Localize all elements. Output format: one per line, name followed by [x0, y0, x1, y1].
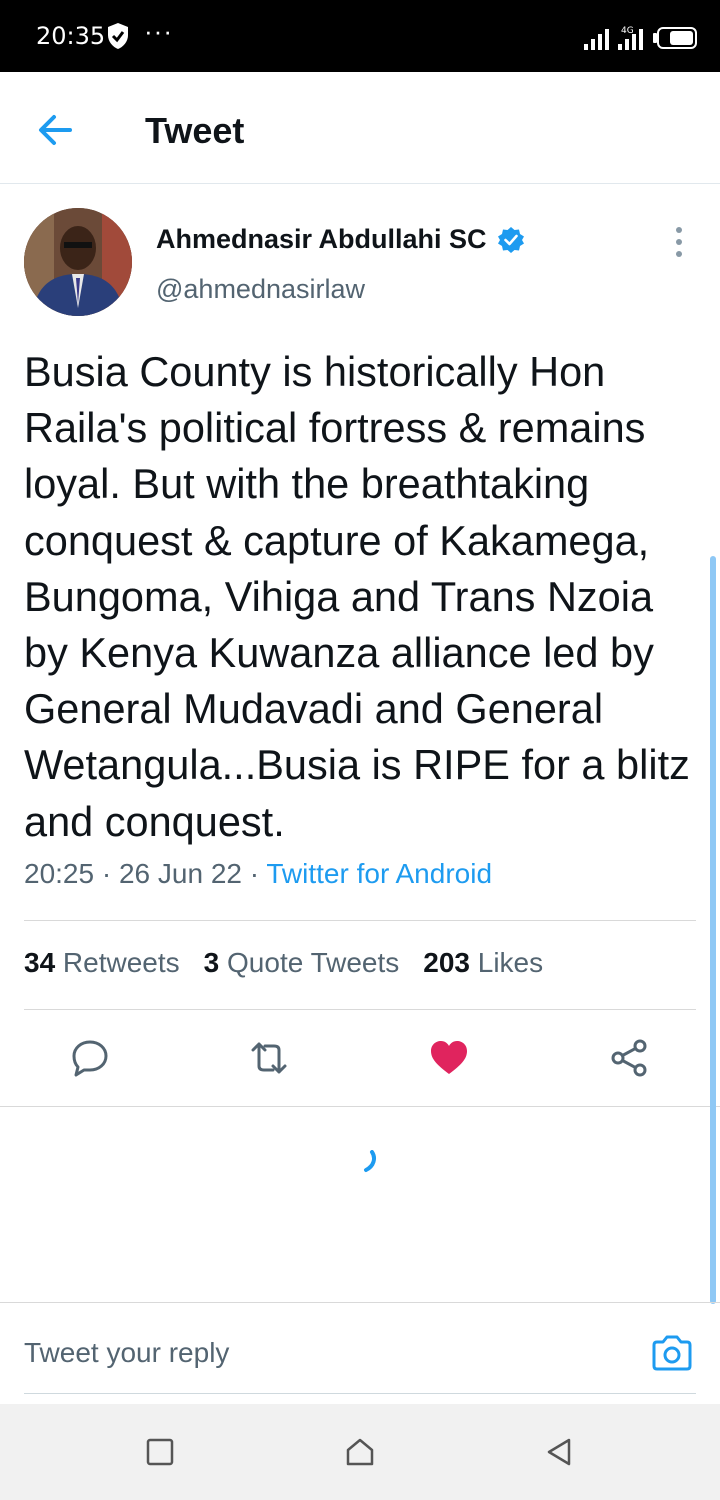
scrollbar[interactable] [710, 556, 716, 1304]
tweet-source-link[interactable]: Twitter for Android [266, 858, 492, 889]
likes-label: Likes [469, 947, 544, 978]
loading-spinner-icon [364, 1150, 376, 1172]
author-handle[interactable]: @ahmednasirlaw [156, 274, 365, 305]
quote-tweets-stat[interactable]: 3 Quote Tweets [204, 947, 400, 979]
square-icon[interactable] [144, 1436, 176, 1468]
tweet-actions [0, 1010, 720, 1106]
tweet-author: Ahmednasir Abdullahi SC @ahmednasirlaw [0, 184, 720, 324]
network-label: 4G [621, 26, 634, 36]
shield-icon [108, 23, 128, 49]
avatar[interactable] [24, 208, 132, 316]
status-indicators: 4G [584, 22, 698, 50]
status-time: 20:35 [36, 22, 106, 50]
notification-dots: ··· [144, 16, 173, 46]
tweet-text: Busia County is historically Hon Raila's… [24, 348, 690, 845]
likes-count: 203 [423, 947, 470, 978]
signal-4g-icon: 4G [618, 26, 643, 50]
tweet-stats: 34 Retweets 3 Quote Tweets 203 Likes [24, 947, 543, 979]
verified-icon [497, 226, 524, 253]
meta-separator: · [94, 858, 119, 889]
back-arrow-icon[interactable] [34, 110, 78, 150]
more-vertical-icon[interactable] [664, 224, 694, 260]
retweets-count: 34 [24, 947, 56, 978]
page-title: Tweet [145, 110, 245, 151]
signal-icon [584, 29, 609, 50]
tweet-meta: 20:25 · 26 Jun 22 · Twitter for Android [24, 858, 492, 890]
home-icon[interactable] [344, 1436, 376, 1468]
avatar-image [24, 208, 132, 316]
likes-stat[interactable]: 203 Likes [423, 947, 543, 979]
divider [0, 1106, 720, 1107]
system-nav-bar [0, 1404, 720, 1500]
author-name[interactable]: Ahmednasir Abdullahi SC [156, 224, 487, 255]
reply-icon[interactable] [70, 1038, 110, 1078]
quotes-count: 3 [203, 947, 220, 978]
share-icon[interactable] [609, 1038, 649, 1078]
retweet-icon[interactable] [249, 1038, 289, 1078]
reply-underline [24, 1393, 696, 1394]
heart-icon[interactable] [429, 1038, 469, 1078]
app-header: Tweet [0, 72, 720, 184]
camera-icon[interactable] [650, 1333, 694, 1373]
retweets-label: Retweets [55, 947, 180, 978]
meta-separator: · [241, 858, 267, 889]
retweets-stat[interactable]: 34 Retweets [24, 947, 180, 979]
tweet-date: 26 Jun 22 [118, 858, 242, 889]
battery-icon [653, 27, 697, 49]
status-bar: 20:35 ··· 4G [0, 0, 720, 72]
quotes-label: Quote Tweets [219, 947, 400, 978]
reply-input[interactable]: Tweet your reply [24, 1337, 624, 1369]
reply-bar: Tweet your reply [0, 1302, 720, 1404]
divider [24, 920, 696, 921]
back-triangle-icon[interactable] [543, 1436, 575, 1468]
tweet-time: 20:25 [24, 858, 95, 889]
author-name-row: Ahmednasir Abdullahi SC [156, 224, 525, 255]
